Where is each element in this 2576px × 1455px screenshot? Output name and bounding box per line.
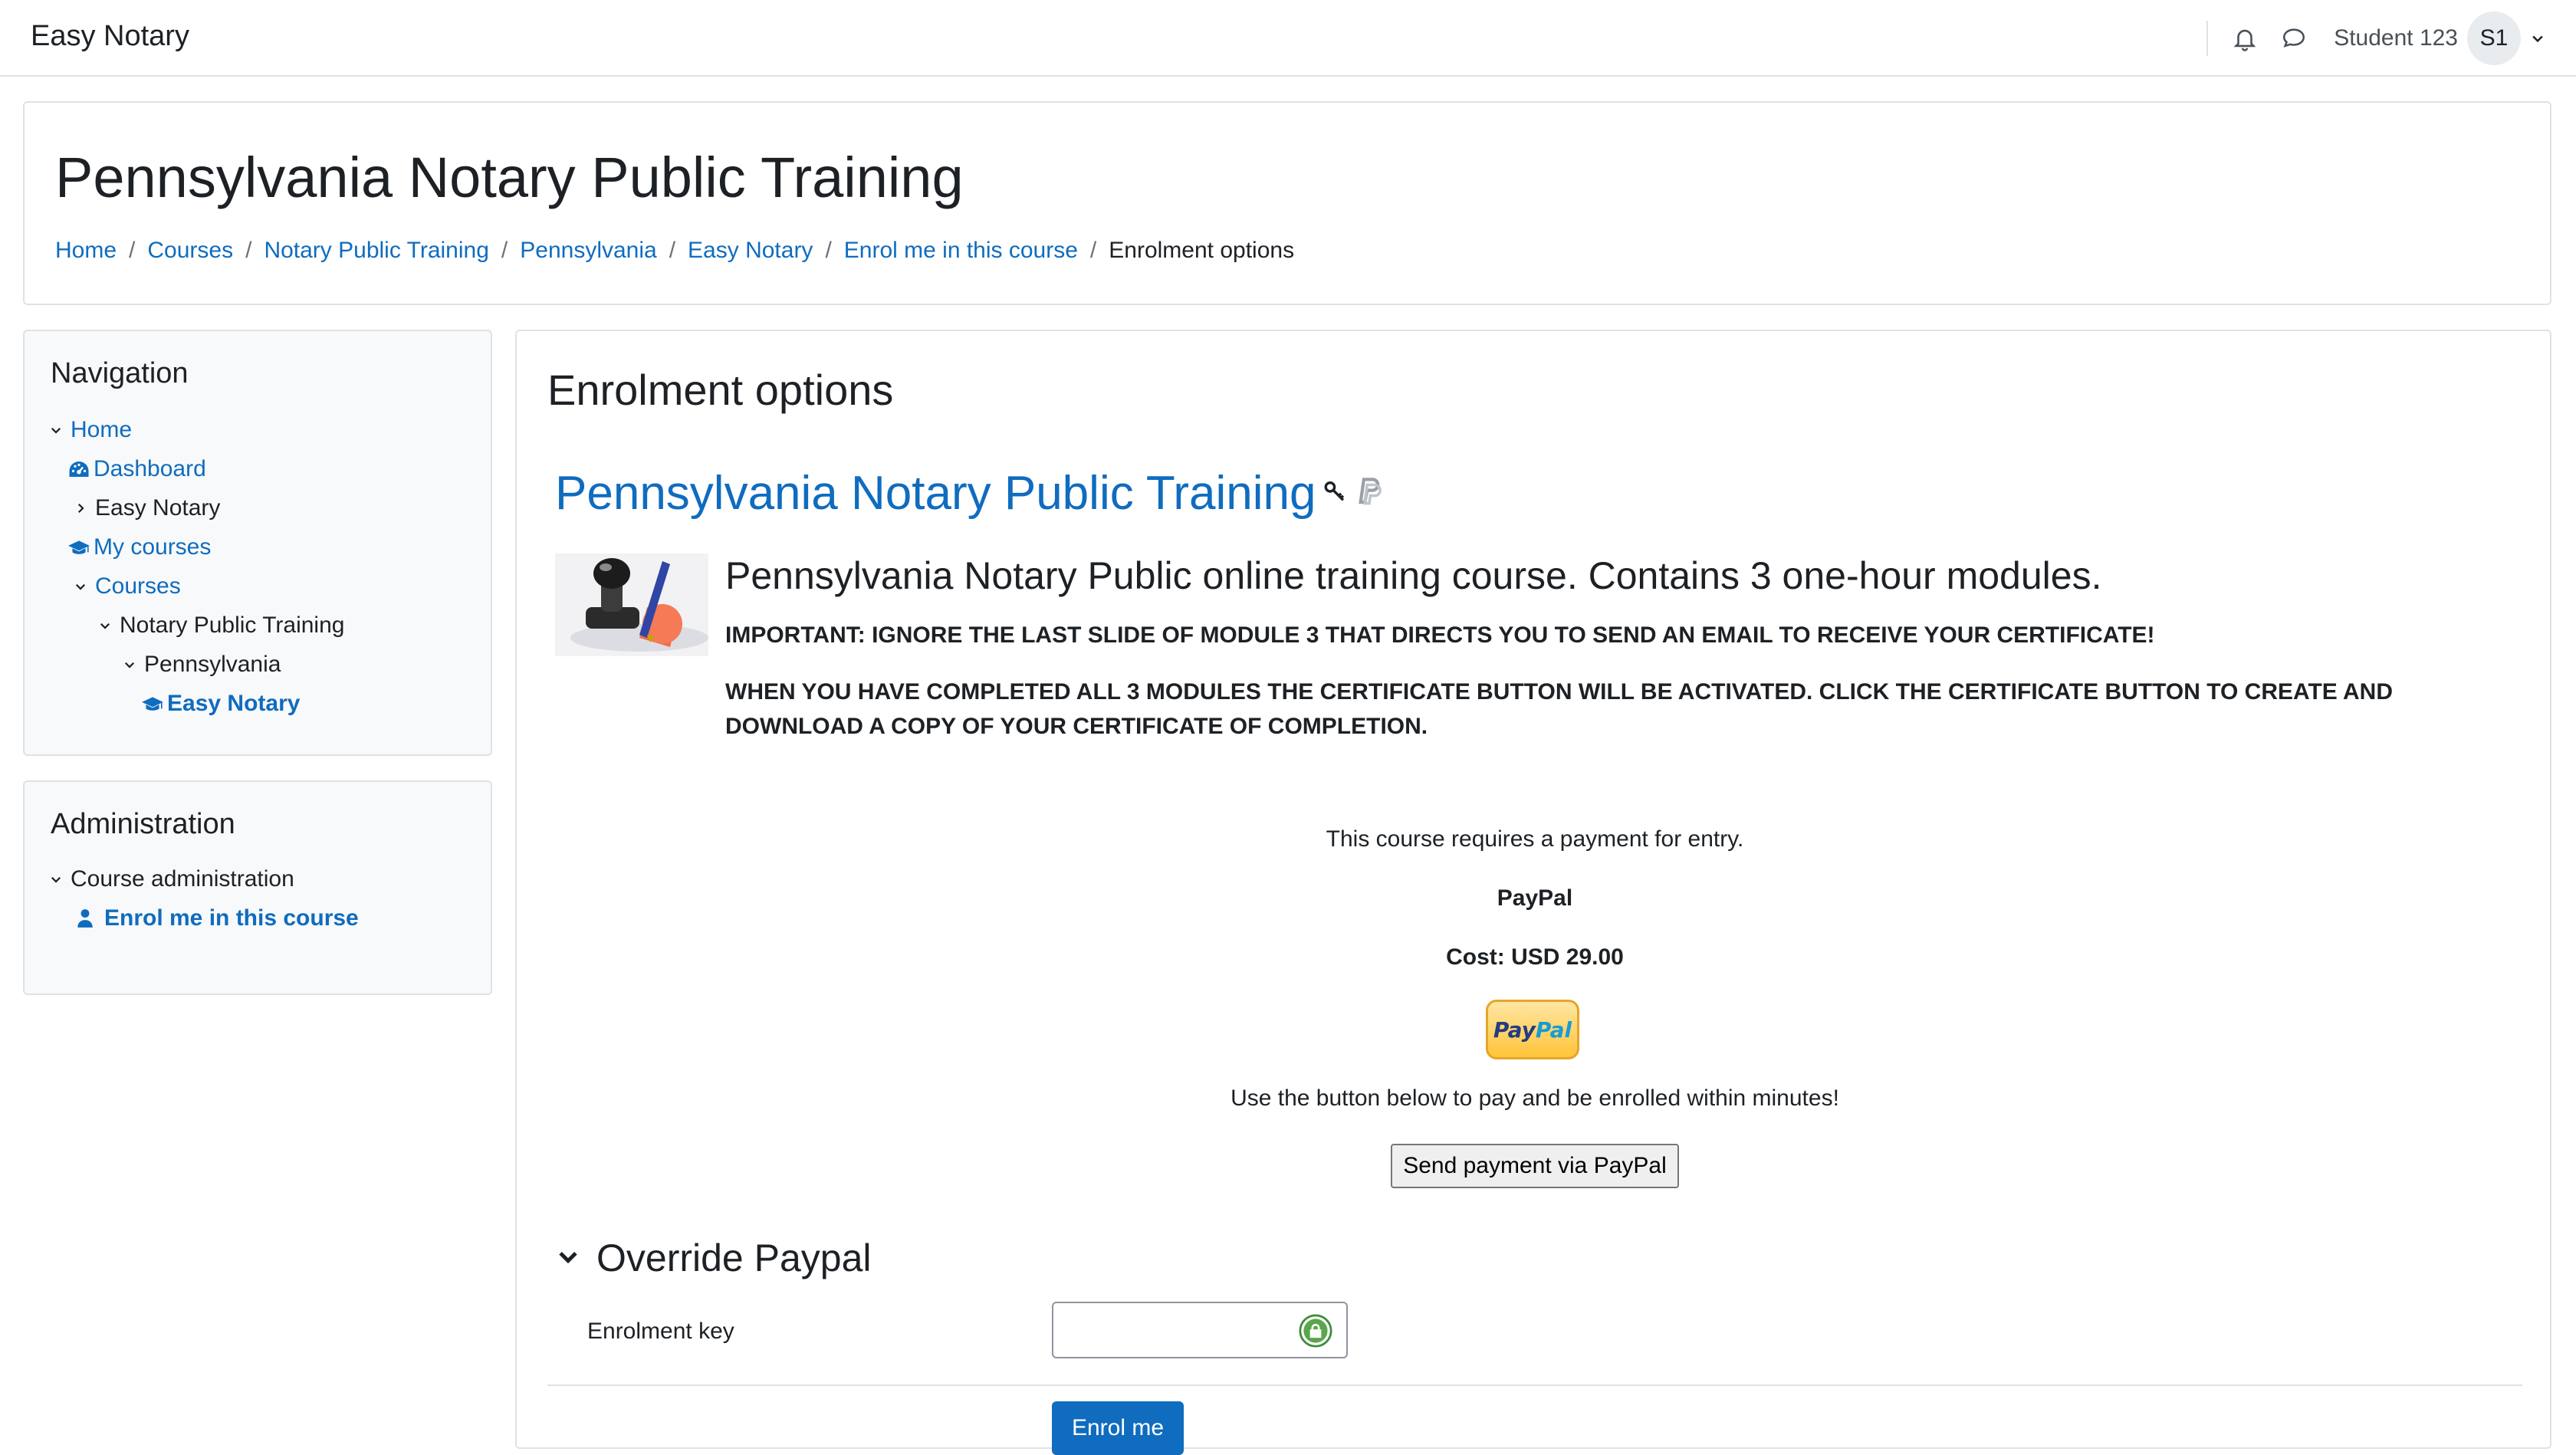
page-header: Pennsylvania Notary Public Training Home…: [23, 101, 2551, 305]
breadcrumb-separator: /: [825, 238, 832, 263]
send-payment-button[interactable]: Send payment via PayPal: [1391, 1144, 1679, 1188]
admin-item-label[interactable]: Course administration: [71, 866, 294, 892]
breadcrumb-enrol-me[interactable]: Enrol me in this course: [844, 238, 1078, 264]
navigation-block-title: Navigation: [51, 357, 189, 389]
nav-item-notary-public-training[interactable]: Notary Public Training: [94, 613, 344, 639]
reveal-password-icon[interactable]: [1299, 1314, 1332, 1352]
nav-item-easy-notary[interactable]: Easy Notary: [69, 495, 220, 521]
breadcrumb-easy-notary[interactable]: Easy Notary: [688, 238, 813, 264]
course-summary-headline: Pennsylvania Notary Public online traini…: [725, 554, 2102, 597]
admin-item-course-administration[interactable]: Course administration: [44, 866, 294, 892]
user-name[interactable]: Student 123: [2334, 25, 2458, 51]
nav-item-label[interactable]: Easy Notary: [95, 495, 220, 521]
breadcrumb-separator: /: [501, 238, 508, 263]
dashboard-icon: [67, 459, 90, 479]
breadcrumb: Home / Courses / Notary Public Training …: [55, 238, 1294, 264]
top-navbar: Easy Notary Student 123 S1: [0, 0, 2576, 77]
payment-method: PayPal: [1497, 885, 1573, 911]
nav-item-label[interactable]: My courses: [94, 534, 211, 560]
breadcrumb-separator: /: [245, 238, 252, 263]
breadcrumb-separator: /: [129, 238, 136, 263]
nav-item-home[interactable]: Home: [44, 417, 132, 443]
nav-item-label[interactable]: Courses: [95, 573, 181, 599]
chat-icon[interactable]: [2277, 21, 2311, 55]
graduation-cap-icon: [67, 537, 90, 557]
graduation-cap-icon: [141, 694, 164, 714]
nav-item-easy-notary-course[interactable]: Easy Notary: [141, 691, 300, 717]
form-divider: [547, 1384, 2522, 1386]
administration-block: Administration Course administration Enr…: [23, 780, 492, 995]
breadcrumb-home[interactable]: Home: [55, 238, 117, 264]
nav-item-courses[interactable]: Courses: [69, 573, 181, 599]
paypal-logo[interactable]: Pay Pal: [1486, 1000, 1579, 1059]
nav-item-dashboard[interactable]: Dashboard: [67, 456, 206, 482]
nav-item-label[interactable]: Easy Notary: [167, 691, 300, 717]
breadcrumb-pennsylvania[interactable]: Pennsylvania: [520, 238, 656, 264]
main-content: Enrolment options Pennsylvania Notary Pu…: [515, 330, 2551, 1455]
paypal-logo-text-pay: Pay: [1493, 1017, 1536, 1043]
payment-required-text: This course requires a payment for entry…: [1326, 826, 1744, 852]
nav-item-my-courses[interactable]: My courses: [67, 534, 211, 560]
course-image: [555, 553, 708, 656]
enrolment-options-heading: Enrolment options: [547, 366, 894, 414]
nav-item-label[interactable]: Home: [71, 417, 132, 443]
chevron-down-icon[interactable]: [555, 1243, 581, 1273]
chevron-down-icon[interactable]: [44, 423, 67, 437]
site-brand[interactable]: Easy Notary: [31, 20, 189, 53]
payment-instruction: Use the button below to pay and be enrol…: [1230, 1086, 1839, 1111]
navbar-divider: [2206, 21, 2209, 56]
override-section-header[interactable]: Override Paypal: [555, 1236, 872, 1280]
course-name-row: Pennsylvania Notary Public Training: [555, 466, 1382, 521]
navbar-right: Student 123 S1: [2206, 0, 2545, 77]
nav-item-pennsylvania[interactable]: Pennsylvania: [118, 652, 281, 678]
chevron-right-icon[interactable]: [69, 501, 92, 515]
breadcrumb-current: Enrolment options: [1109, 238, 1295, 263]
chevron-down-icon[interactable]: [44, 872, 67, 886]
chevron-down-icon[interactable]: [94, 619, 117, 632]
breadcrumb-separator: /: [1089, 238, 1097, 263]
avatar[interactable]: S1: [2467, 11, 2521, 65]
course-icons: [1322, 476, 1382, 511]
chevron-down-icon[interactable]: [118, 658, 141, 672]
course-name-link[interactable]: Pennsylvania Notary Public Training: [555, 466, 1316, 521]
admin-item-label[interactable]: Enrol me in this course: [104, 905, 359, 931]
override-section-title[interactable]: Override Paypal: [596, 1236, 872, 1280]
breadcrumb-courses[interactable]: Courses: [147, 238, 233, 264]
nav-item-label[interactable]: Pennsylvania: [144, 652, 281, 678]
paypal-icon: [1356, 476, 1382, 511]
navigation-block: Navigation Home Dashboard Easy Notary My…: [23, 330, 492, 756]
page-title: Pennsylvania Notary Public Training: [55, 146, 964, 209]
enrol-me-button[interactable]: Enrol me: [1052, 1401, 1184, 1455]
chevron-down-icon[interactable]: [69, 580, 92, 593]
course-summary-important: IMPORTANT: IGNORE THE LAST SLIDE OF MODU…: [725, 622, 2155, 648]
key-icon: [1322, 478, 1349, 508]
enrolment-key-field[interactable]: [1052, 1302, 1348, 1358]
bell-icon[interactable]: [2228, 21, 2262, 55]
breadcrumb-notary-public-training[interactable]: Notary Public Training: [264, 238, 488, 264]
administration-block-title: Administration: [51, 808, 235, 840]
course-summary-certificate: WHEN YOU HAVE COMPLETED ALL 3 MODULES TH…: [725, 679, 2393, 739]
payment-cost: Cost: USD 29.00: [1446, 944, 1624, 970]
chevron-down-icon[interactable]: [2530, 31, 2545, 46]
user-icon: [74, 908, 97, 928]
paypal-logo-text-pal: Pal: [1535, 1017, 1572, 1043]
nav-item-label[interactable]: Dashboard: [94, 456, 206, 482]
breadcrumb-separator: /: [669, 238, 676, 263]
nav-item-label[interactable]: Notary Public Training: [120, 613, 344, 639]
admin-item-enrol-me[interactable]: Enrol me in this course: [74, 905, 359, 931]
enrolment-key-label: Enrolment key: [587, 1319, 734, 1344]
